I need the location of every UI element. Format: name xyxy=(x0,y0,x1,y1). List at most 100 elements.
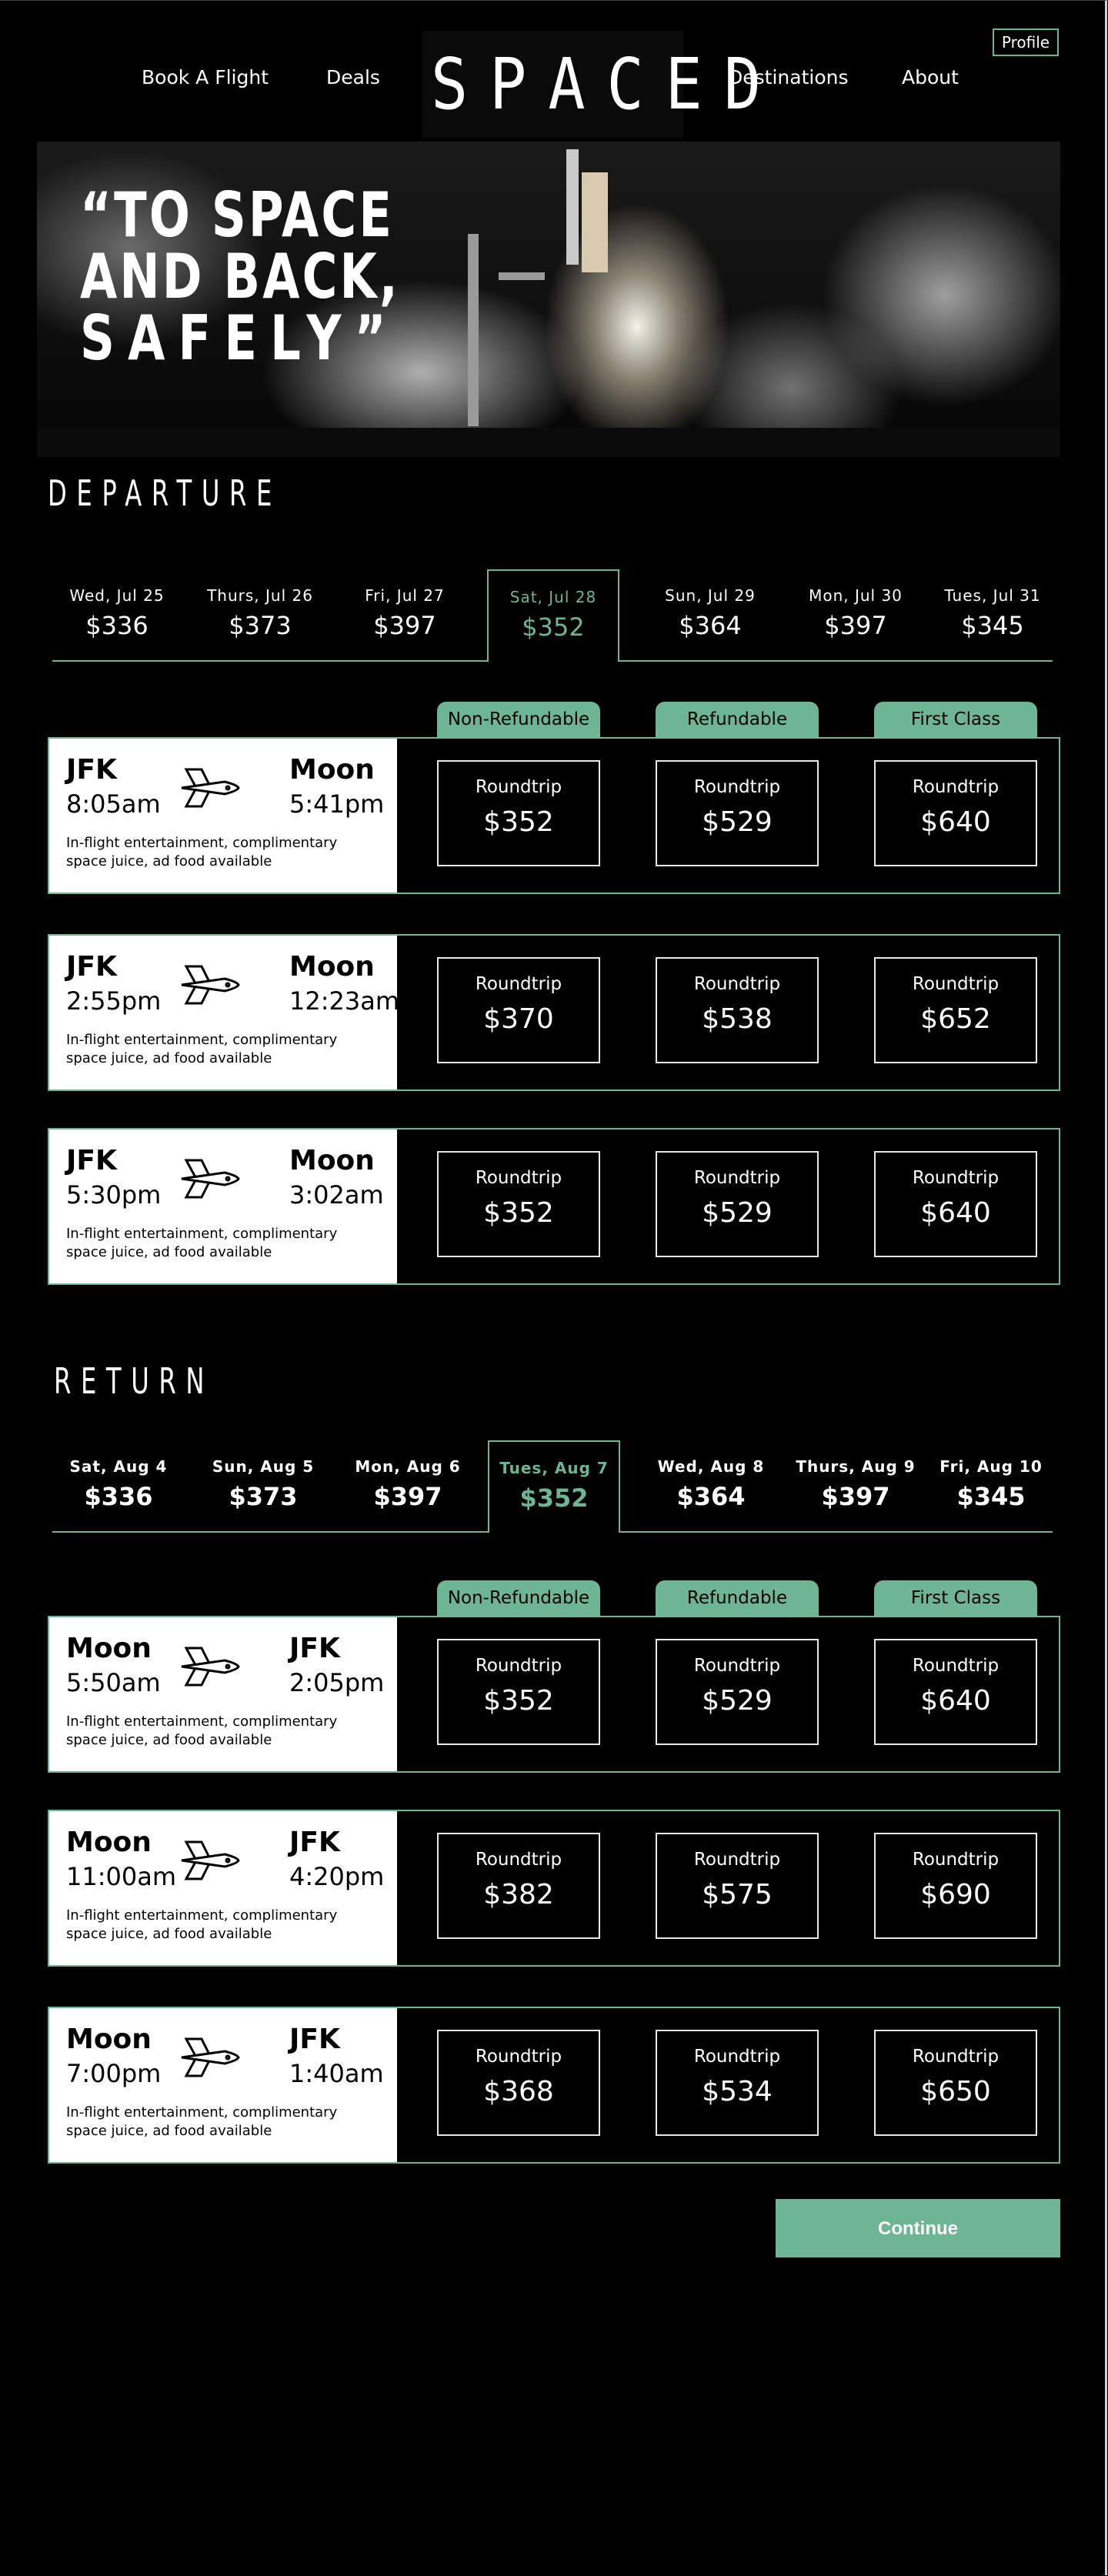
destination-code: Moon xyxy=(289,754,375,786)
origin-code: Moon xyxy=(66,1827,152,1858)
arrival-time: 4:20pm xyxy=(289,1862,385,1891)
fare-option-non-refundable[interactable]: Roundtrip $352 xyxy=(437,760,600,866)
destination-code: JFK xyxy=(289,2024,340,2055)
fare-option-non-refundable[interactable]: Roundtrip $368 xyxy=(437,2030,600,2136)
continue-button[interactable]: Continue xyxy=(776,2199,1060,2257)
departure-time: 7:00pm xyxy=(66,2059,162,2088)
departure-title: DEPARTURE xyxy=(48,472,282,514)
return-date-2[interactable]: Mon, Aug 6 $397 xyxy=(346,1440,469,1531)
ground xyxy=(37,428,1060,457)
flight-card: JFK 5:30pm Moon 3:02am In-flight enterta… xyxy=(48,1128,1060,1285)
amenities-text: In-flight entertainment, complimentary s… xyxy=(66,835,338,869)
departure-date-5[interactable]: Mon, Jul 30 $397 xyxy=(794,569,917,660)
return-date-3-selected[interactable]: Tues, Aug 7 $352 xyxy=(488,1440,620,1533)
flight-info: JFK 8:05am Moon 5:41pm In-flight enterta… xyxy=(49,739,397,893)
flight-info: JFK 5:30pm Moon 3:02am In-flight enterta… xyxy=(49,1130,397,1283)
arrival-time: 3:02am xyxy=(289,1180,384,1210)
fare-option-first-class[interactable]: Roundtrip $640 xyxy=(874,760,1037,866)
origin-code: JFK xyxy=(66,951,117,983)
fare-tab-refundable[interactable]: Refundable xyxy=(656,1580,819,1616)
origin-code: Moon xyxy=(66,1633,152,1664)
return-date-strip: Sat, Aug 4 $336 Sun, Aug 5 $373 Mon, Aug 6… xyxy=(52,1440,1053,1533)
flight-info: Moon 5:50am JFK 2:05pm In-flight enterta… xyxy=(49,1617,397,1771)
logo[interactable]: SPACED xyxy=(431,41,761,129)
fare-option-non-refundable[interactable]: Roundtrip $352 xyxy=(437,1151,600,1257)
departure-date-0[interactable]: Wed, Jul 25 $336 xyxy=(55,569,179,660)
launch-tower-arm xyxy=(499,272,545,280)
return-date-6[interactable]: Fri, Aug 10 $345 xyxy=(929,1440,1053,1531)
departure-date-4[interactable]: Sun, Jul 29 $364 xyxy=(649,569,772,660)
flight-info: JFK 2:55pm Moon 12:23am In-flight entert… xyxy=(49,936,399,1089)
fare-option-non-refundable[interactable]: Roundtrip $382 xyxy=(437,1833,600,1939)
origin-code: JFK xyxy=(66,1145,117,1176)
rocket-tank xyxy=(582,172,608,272)
destination-code: JFK xyxy=(289,1827,340,1858)
departure-date-1[interactable]: Thurs, Jul 26 $373 xyxy=(199,569,322,660)
fare-option-refundable[interactable]: Roundtrip $575 xyxy=(656,1833,819,1939)
nav-deals[interactable]: Deals xyxy=(326,66,380,88)
launch-tower xyxy=(468,234,479,426)
profile-button[interactable]: Profile xyxy=(993,28,1059,56)
arrival-time: 5:41pm xyxy=(289,789,385,819)
fare-option-non-refundable[interactable]: Roundtrip $352 xyxy=(437,1639,600,1745)
departure-date-strip: Wed, Jul 25 $336 Thurs, Jul 26 $373 Fri, J… xyxy=(52,569,1053,662)
fare-option-refundable[interactable]: Roundtrip $529 xyxy=(656,760,819,866)
flight-info: Moon 11:00am JFK 4:20pm In-flight entert… xyxy=(49,1811,397,1965)
destination-code: Moon xyxy=(289,951,375,983)
departure-time: 8:05am xyxy=(66,789,161,819)
fare-option-first-class[interactable]: Roundtrip $640 xyxy=(874,1639,1037,1745)
return-date-5[interactable]: Thurs, Aug 9 $397 xyxy=(794,1440,917,1531)
amenities-text: In-flight entertainment, complimentary s… xyxy=(66,1713,338,1748)
flight-card: Moon 5:50am JFK 2:05pm In-flight enterta… xyxy=(48,1616,1060,1773)
amenities-text: In-flight entertainment, complimentary s… xyxy=(66,1226,338,1260)
fare-option-refundable[interactable]: Roundtrip $529 xyxy=(656,1151,819,1257)
fare-tab-first-class[interactable]: First Class xyxy=(874,702,1037,737)
departure-time: 5:50am xyxy=(66,1668,161,1697)
flight-card: Moon 11:00am JFK 4:20pm In-flight entert… xyxy=(48,1810,1060,1967)
fare-tab-non-refundable[interactable]: Non-Refundable xyxy=(437,1580,600,1616)
nav-book-a-flight[interactable]: Book A Flight xyxy=(142,66,269,88)
hero-banner: “TO SPACE AND BACK, SAFELY” xyxy=(37,142,1060,457)
departure-time: 5:30pm xyxy=(66,1180,162,1210)
arrival-time: 1:40am xyxy=(289,2059,384,2088)
departure-date-3-selected[interactable]: Sat, Jul 28 $352 xyxy=(487,569,619,662)
arrival-time: 12:23am xyxy=(289,986,399,1016)
fare-option-refundable[interactable]: Roundtrip $538 xyxy=(656,957,819,1063)
departure-time: 2:55pm xyxy=(66,986,162,1016)
fare-option-first-class[interactable]: Roundtrip $652 xyxy=(874,957,1037,1063)
origin-code: Moon xyxy=(66,2024,152,2055)
fare-option-refundable[interactable]: Roundtrip $534 xyxy=(656,2030,819,2136)
spaceship-icon xyxy=(181,1159,240,1199)
fare-option-first-class[interactable]: Roundtrip $690 xyxy=(874,1833,1037,1939)
flight-card: JFK 8:05am Moon 5:41pm In-flight enterta… xyxy=(48,737,1060,894)
departure-date-6[interactable]: Tues, Jul 31 $345 xyxy=(931,569,1054,660)
amenities-text: In-flight entertainment, complimentary s… xyxy=(66,2104,338,2139)
nav-about[interactable]: About xyxy=(902,66,959,88)
destination-code: JFK xyxy=(289,1633,340,1664)
flight-info: Moon 7:00pm JFK 1:40am In-flight enterta… xyxy=(49,2008,397,2162)
fare-option-non-refundable[interactable]: Roundtrip $370 xyxy=(437,957,600,1063)
return-date-0[interactable]: Sat, Aug 4 $336 xyxy=(57,1440,180,1531)
spaceship-icon xyxy=(181,2037,240,2077)
destination-code: Moon xyxy=(289,1145,375,1176)
fare-option-first-class[interactable]: Roundtrip $650 xyxy=(874,2030,1037,2136)
nav-destinations[interactable]: Destinations xyxy=(728,66,848,88)
fare-option-refundable[interactable]: Roundtrip $529 xyxy=(656,1639,819,1745)
return-date-1[interactable]: Sun, Aug 5 $373 xyxy=(202,1440,325,1531)
flight-card: JFK 2:55pm Moon 12:23am In-flight entert… xyxy=(48,934,1060,1091)
amenities-text: In-flight entertainment, complimentary s… xyxy=(66,1032,338,1066)
spaceship-icon xyxy=(181,768,240,808)
origin-code: JFK xyxy=(66,754,117,786)
hero-quote: “TO SPACE AND BACK, SAFELY” xyxy=(80,179,400,374)
departure-time: 11:00am xyxy=(66,1862,176,1891)
fare-tab-first-class[interactable]: First Class xyxy=(874,1580,1037,1616)
spaceship-icon xyxy=(181,1647,240,1687)
fare-tab-non-refundable[interactable]: Non-Refundable xyxy=(437,702,600,737)
fare-tab-refundable[interactable]: Refundable xyxy=(656,702,819,737)
return-title: RETURN xyxy=(54,1360,215,1402)
departure-date-2[interactable]: Fri, Jul 27 $397 xyxy=(343,569,466,660)
spaceship-icon xyxy=(181,965,240,1005)
fare-option-first-class[interactable]: Roundtrip $640 xyxy=(874,1151,1037,1257)
return-date-4[interactable]: Wed, Aug 8 $364 xyxy=(649,1440,773,1531)
rocket-booster xyxy=(566,149,579,265)
